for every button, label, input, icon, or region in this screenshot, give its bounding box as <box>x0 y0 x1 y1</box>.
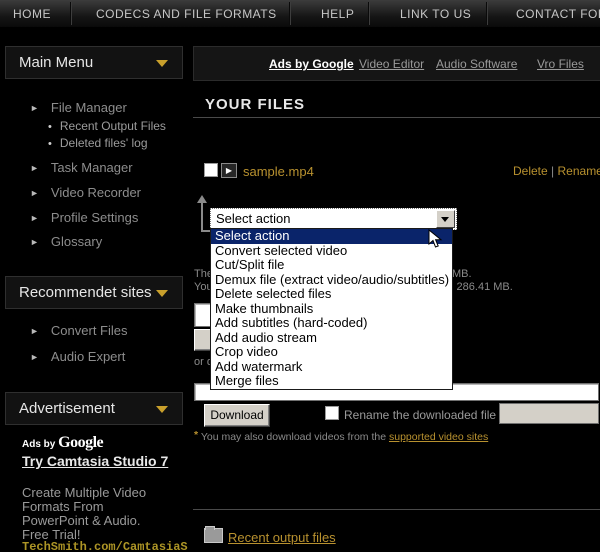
advertisement-header[interactable]: Advertisement <box>5 392 183 425</box>
arrow-bullet-icon: ► <box>30 237 39 247</box>
recent-output-files-link[interactable]: Recent output files <box>228 530 336 545</box>
sidebar-item-label: Task Manager <box>51 160 133 175</box>
option-add-watermark[interactable]: Add watermark <box>211 360 452 375</box>
sidebar-item-label: Recent Output Files <box>60 119 166 133</box>
sidebar-item-label: Deleted files' log <box>60 136 148 150</box>
ad-headline-link[interactable]: Try Camtasia Studio 7 <box>22 453 184 469</box>
dot-bullet-icon: • <box>48 121 52 133</box>
sidebar-item-deleted-files-log[interactable]: • Deleted files' log <box>48 136 148 150</box>
file-actions: Delete | Rename <box>513 164 600 178</box>
arrow-bullet-icon: ► <box>30 103 39 113</box>
adbar-link-vro-files[interactable]: Vro Files <box>537 57 584 71</box>
sidebar-item-video-recorder[interactable]: ► Video Recorder <box>30 185 141 200</box>
nav-codecs[interactable]: CODECS AND FILE FORMATS <box>96 7 277 21</box>
collapse-triangle-icon[interactable] <box>156 406 168 413</box>
option-convert-selected-video[interactable]: Convert selected video <box>211 244 452 259</box>
sidebar-item-task-manager[interactable]: ► Task Manager <box>30 160 133 175</box>
download-button[interactable]: Download <box>204 404 270 427</box>
nav-separator <box>289 2 291 25</box>
rename-link[interactable]: Rename <box>558 164 600 178</box>
ads-by-text: Ads by <box>22 439 55 450</box>
google-logo-text: Google <box>58 434 103 451</box>
collapse-triangle-icon[interactable] <box>156 60 168 67</box>
nav-separator <box>486 2 488 25</box>
sidebar-item-label: Video Recorder <box>51 185 141 200</box>
option-add-audio-stream[interactable]: Add audio stream <box>211 331 452 346</box>
main-menu-title: Main Menu <box>19 54 93 71</box>
nav-contact[interactable]: CONTACT FORM <box>516 7 600 21</box>
sidebar-item-glossary[interactable]: ► Glossary <box>30 234 102 249</box>
sidebar-item-label: Audio Expert <box>51 349 125 364</box>
sidebar-item-recent-output-files[interactable]: • Recent Output Files <box>48 119 166 133</box>
rename-checkbox-label: Rename the downloaded file as <box>344 408 512 422</box>
sidebar-item-profile-settings[interactable]: ► Profile Settings <box>30 210 138 225</box>
recommended-sites-header[interactable]: Recommendet sites <box>5 276 183 309</box>
option-select-action[interactable]: Select action <box>211 229 452 244</box>
action-select[interactable]: Select action <box>210 208 457 230</box>
folder-icon[interactable] <box>204 528 223 543</box>
file-checkbox[interactable] <box>204 163 218 177</box>
footnote-asterisk: * <box>194 429 198 441</box>
sidebar-item-label: Glossary <box>51 234 102 249</box>
footnote-text: You may also download videos from the <box>201 431 386 443</box>
page-title: YOUR FILES <box>205 96 305 113</box>
supported-video-sites-link[interactable]: supported video sites <box>389 431 488 443</box>
bottom-divider <box>193 509 600 510</box>
page: HOME CODECS AND FILE FORMATS HELP LINK T… <box>0 0 600 552</box>
sidebar-item-label: Profile Settings <box>51 210 138 225</box>
pointer-arrow-up-icon <box>197 195 207 203</box>
option-crop-video[interactable]: Crop video <box>211 345 452 360</box>
nav-link-to-us[interactable]: LINK TO US <box>400 7 471 21</box>
nav-help[interactable]: HELP <box>321 7 354 21</box>
sidebar-item-label: File Manager <box>51 100 127 115</box>
nav-separator <box>70 2 72 25</box>
option-make-thumbnails[interactable]: Make thumbnails <box>211 302 452 317</box>
top-navbar: HOME CODECS AND FILE FORMATS HELP LINK T… <box>0 0 600 28</box>
adbar-link-video-editor[interactable]: Video Editor <box>359 57 424 71</box>
option-demux-file[interactable]: Demux file (extract video/audio/subtitle… <box>211 273 452 288</box>
ads-by-google-logo: Ads by Google <box>22 434 103 452</box>
arrow-bullet-icon: ► <box>30 352 39 362</box>
nav-separator <box>368 2 370 25</box>
option-merge-files[interactable]: Merge files <box>211 374 452 389</box>
option-cut-split-file[interactable]: Cut/Split file <box>211 258 452 273</box>
sidebar-item-convert-files[interactable]: ► Convert Files <box>30 323 128 338</box>
main-menu-header[interactable]: Main Menu <box>5 46 183 79</box>
option-add-subtitles[interactable]: Add subtitles (hard-coded) <box>211 316 452 331</box>
rename-input[interactable] <box>499 403 599 424</box>
action-select-value: Select action <box>216 211 290 226</box>
chevron-down-icon <box>441 217 449 222</box>
advertisement-title: Advertisement <box>19 400 115 417</box>
arrow-bullet-icon: ► <box>30 188 39 198</box>
sidebar-item-file-manager[interactable]: ► File Manager <box>30 100 127 115</box>
adbar-link-ads-by-google[interactable]: Ads by Google <box>269 57 354 71</box>
play-icon[interactable]: ▶ <box>221 163 237 178</box>
footnote: * You may also download videos from the … <box>194 429 488 443</box>
mouse-cursor-icon <box>428 229 444 254</box>
rename-checkbox[interactable] <box>325 406 339 420</box>
arrow-bullet-icon: ► <box>30 163 39 173</box>
dot-bullet-icon: • <box>48 138 52 150</box>
sidebar-item-audio-expert[interactable]: ► Audio Expert <box>30 349 125 364</box>
action-option-list: Select action Convert selected video Cut… <box>210 228 453 390</box>
title-divider <box>193 117 600 118</box>
google-adbar: Ads by Google Video Editor Audio Softwar… <box>193 46 600 81</box>
action-separator: | <box>551 164 554 178</box>
combo-dropdown-button[interactable] <box>436 210 455 228</box>
sidebar-item-label: Convert Files <box>51 323 128 338</box>
arrow-bullet-icon: ► <box>30 213 39 223</box>
ad-body-line: Formats From <box>22 499 104 514</box>
file-name[interactable]: sample.mp4 <box>243 164 314 179</box>
delete-link[interactable]: Delete <box>513 164 548 178</box>
nav-home[interactable]: HOME <box>13 7 51 21</box>
ad-body-line: Create Multiple Video <box>22 485 146 500</box>
collapse-triangle-icon[interactable] <box>156 290 168 297</box>
adbar-link-audio-software[interactable]: Audio Software <box>436 57 517 71</box>
ad-url-link[interactable]: TechSmith.com/CamtasiaS <box>22 540 188 552</box>
ad-body-line: PowerPoint & Audio. <box>22 513 141 528</box>
option-delete-selected-files[interactable]: Delete selected files <box>211 287 452 302</box>
arrow-bullet-icon: ► <box>30 326 39 336</box>
recommended-sites-title: Recommendet sites <box>19 284 152 301</box>
